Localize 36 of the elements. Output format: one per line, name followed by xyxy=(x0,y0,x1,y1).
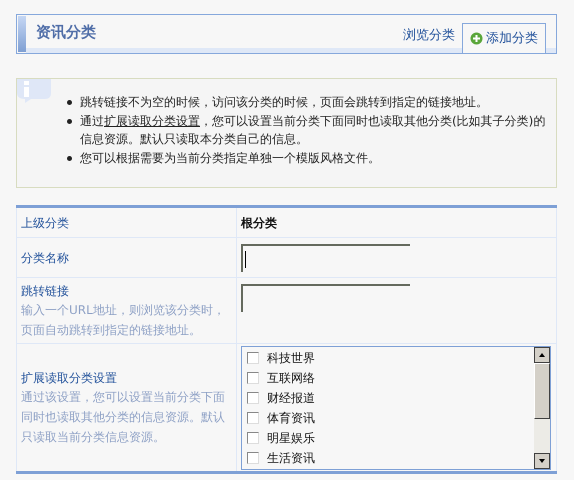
tip-text: 通过扩展读取分类设置，您可以设置当前分类下面同时也读取其他分类(比如其子分类)的信息资源。默认只读取本分类自己的信息。 xyxy=(80,113,546,148)
tip-text: 跳转链接不为空的时候，访问该分类的时候，页面会跳转到指定的链接地址。 xyxy=(80,94,488,111)
bullet-icon xyxy=(67,100,72,105)
scroll-thumb[interactable] xyxy=(534,362,550,418)
bullet-icon xyxy=(67,119,72,124)
scroll-up-icon[interactable] xyxy=(534,346,550,362)
field-value: 根分类 xyxy=(241,214,277,232)
field-label: 扩展读取分类设置 xyxy=(21,370,118,386)
plus-icon xyxy=(470,32,483,45)
page-title: 资讯分类 xyxy=(36,22,96,42)
tab[interactable]: 添加分类 xyxy=(462,23,546,53)
option-label: 互联网络 xyxy=(267,370,315,386)
checkbox-list[interactable]: 科技世界 互联网络 财经报道 体育资讯 明星娱乐 生活资讯 xyxy=(241,346,551,470)
header-accent xyxy=(18,16,26,52)
option-label: 明星娱乐 xyxy=(267,430,315,446)
scrollbar[interactable] xyxy=(534,346,550,468)
link[interactable]: 扩展读取分类设置 xyxy=(104,114,200,128)
checkbox[interactable] xyxy=(247,352,259,364)
option-label: 生活资讯 xyxy=(267,450,315,466)
field-hint: 输入一个URL地址，则浏览该分类时，页面自动跳转到指定的链接地址。 xyxy=(21,302,226,338)
option-label: 体育资讯 xyxy=(267,410,315,426)
field-label: 跳转链接 xyxy=(21,282,70,300)
option-label: 财经报道 xyxy=(267,390,315,406)
checkbox[interactable] xyxy=(247,452,259,464)
tip-text: 您可以根据需要为当前分类指定单独一个模版风格文件。 xyxy=(80,150,380,167)
option-label: 科技世界 xyxy=(267,350,315,366)
tab[interactable]: 浏览分类 xyxy=(396,24,462,48)
field-label: 分类名称 xyxy=(21,250,70,266)
checkbox[interactable] xyxy=(247,432,259,444)
checkbox[interactable] xyxy=(247,392,259,404)
bullet-icon xyxy=(67,156,72,161)
field-hint: 通过该设置，您可以设置当前分类下面同时也读取其他分类的信息资源。默认只读取当前分类信息资源。 xyxy=(21,388,226,446)
checkbox[interactable] xyxy=(247,372,259,384)
checkbox[interactable] xyxy=(247,412,259,424)
scroll-down-icon[interactable] xyxy=(534,452,550,468)
field-label: 上级分类 xyxy=(21,214,70,232)
